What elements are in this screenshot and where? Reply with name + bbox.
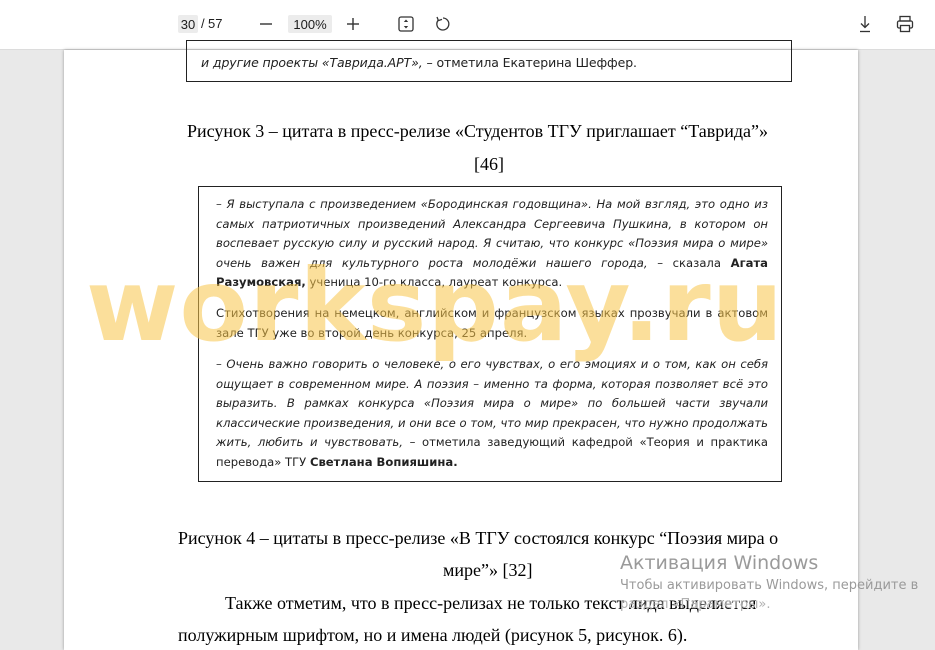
quote-box-top: и другие проекты «Таврида.АРТ», – отмети… (186, 40, 792, 82)
body-text-line2: полужирным шрифтом, но и имена людей (ри… (178, 625, 688, 645)
fit-page-button[interactable] (394, 12, 418, 36)
quote-box-top-text: и другие проекты «Таврида.АРТ», – отмети… (201, 55, 637, 70)
quote-italic: и другие проекты «Таврида.АРТ», (201, 55, 423, 70)
zoom-in-button[interactable] (341, 12, 365, 36)
figure-4-caption-line2: мире”» [32] (443, 560, 533, 580)
minus-icon (260, 23, 272, 25)
windows-activation-subtitle: Чтобы активировать Windows, перейдите в (620, 578, 919, 593)
figure-4-caption-line1: Рисунок 4 – цитаты в пресс-релизе «В ТГУ… (178, 528, 779, 548)
printer-icon (896, 15, 914, 33)
quote-paragraph-3: – Очень важно говорить о человеке, о его… (216, 355, 768, 472)
print-button[interactable] (893, 12, 917, 36)
p3-bold-name: Светлана Вопияшина. (309, 454, 458, 469)
total-pages: 57 (208, 16, 223, 31)
page-separator: / (201, 16, 205, 31)
page-number-input[interactable]: 30 (178, 15, 198, 33)
figure-3-caption-line2: [46] (474, 154, 504, 174)
download-button[interactable] (853, 12, 877, 36)
windows-activation-subtitle-2: раздел «Параметры». (620, 597, 771, 612)
windows-activation-title: Активация Windows (620, 552, 819, 574)
zoom-out-button[interactable] (254, 12, 278, 36)
fit-page-icon (398, 16, 414, 32)
plus-icon (347, 18, 359, 30)
rotate-icon (436, 16, 450, 31)
rotate-button[interactable] (431, 12, 455, 36)
quote-rest: – отметила Екатерина Шеффер. (422, 55, 637, 70)
watermark-text: workspay.ru (86, 247, 784, 364)
download-icon (860, 16, 870, 33)
figure-3-caption-line1: Рисунок 3 – цитата в пресс-релизе «Студе… (187, 121, 768, 141)
zoom-level-input[interactable]: 100% (288, 15, 332, 33)
